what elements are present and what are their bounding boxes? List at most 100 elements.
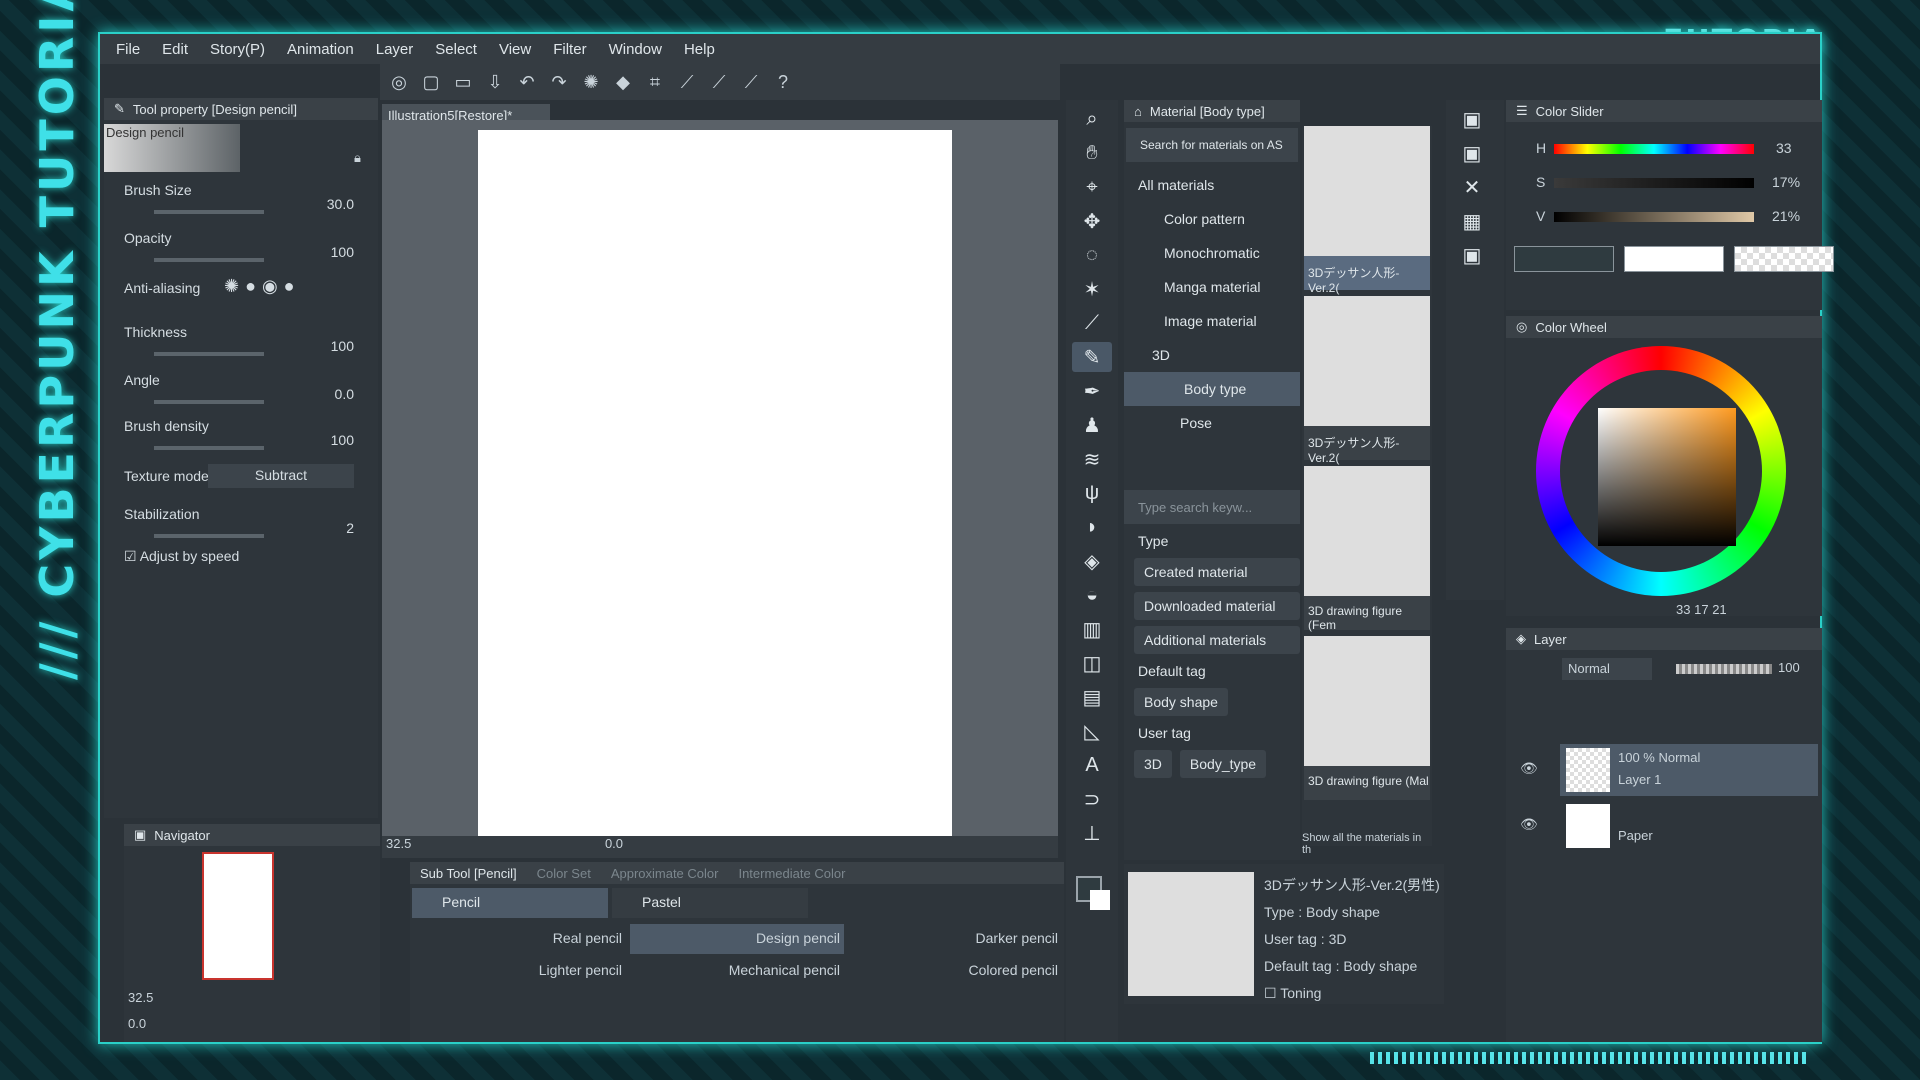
new-file-icon[interactable]: ▢ <box>418 69 444 95</box>
user-tag-body-type[interactable]: Body_type <box>1179 750 1267 778</box>
stabilization-value[interactable]: 2 <box>346 520 354 536</box>
brush-darker-pencil[interactable]: Darker pencil <box>848 924 1062 954</box>
adjust-by-speed-checkbox[interactable]: ☑ <box>124 548 137 564</box>
material-search-input[interactable]: Type search keyw... <box>1124 490 1300 524</box>
transform-icon[interactable]: ⌗ <box>642 69 668 95</box>
value-slider[interactable] <box>1554 212 1754 222</box>
angle-slider[interactable] <box>154 400 264 404</box>
opacity-slider[interactable] <box>154 258 264 262</box>
tree-image-material[interactable]: Image material <box>1124 304 1300 338</box>
material-thumb[interactable]: 3Dデッサン人形-Ver.2( <box>1304 126 1430 295</box>
balloon-icon[interactable]: ⊃ <box>1072 784 1112 814</box>
navigator-preview[interactable] <box>202 852 274 980</box>
blend-mode-select[interactable]: Normal <box>1562 658 1652 680</box>
pen-icon[interactable]: ✒ <box>1072 376 1112 406</box>
saturation-value[interactable]: 17% <box>1772 174 1800 190</box>
brush-lighter-pencil[interactable]: Lighter pencil <box>412 956 626 986</box>
layer-row[interactable]: Paper <box>1560 800 1818 852</box>
navigator-panel-icon[interactable]: ▣ <box>1452 104 1492 134</box>
menu-window[interactable]: Window <box>609 41 662 58</box>
clip-studio-icon[interactable]: ◎ <box>386 69 412 95</box>
value-value[interactable]: 21% <box>1772 208 1800 224</box>
fill-icon[interactable]: ◆ <box>610 69 636 95</box>
figure-icon[interactable]: ◫ <box>1072 648 1112 678</box>
tab-subtool-pencil[interactable]: Sub Tool [Pencil] <box>420 866 517 881</box>
undo-icon[interactable]: ↶ <box>514 69 540 95</box>
saturation-slider[interactable] <box>1554 178 1754 188</box>
brush-colored-pencil[interactable]: Colored pencil <box>848 956 1062 986</box>
menu-layer[interactable]: Layer <box>376 41 414 58</box>
menu-help[interactable]: Help <box>684 41 715 58</box>
layer-row[interactable]: 100 % Normal Layer 1 <box>1560 744 1818 796</box>
sub-view-icon[interactable]: ▣ <box>1452 138 1492 168</box>
brush-density-slider[interactable] <box>154 446 264 450</box>
snap-special-ruler-icon[interactable]: ⟋ <box>706 69 732 95</box>
layer-opacity-slider[interactable] <box>1676 664 1772 674</box>
user-tag-3d[interactable]: 3D <box>1134 750 1172 778</box>
blend-icon[interactable]: ◗ <box>1072 512 1112 542</box>
subtool-group-pencil[interactable]: Pencil <box>412 888 608 918</box>
zoom-icon[interactable]: ⌕ <box>1072 104 1112 134</box>
tree-color-pattern[interactable]: Color pattern <box>1124 202 1300 236</box>
search-assets-button[interactable]: Search for materials on AS <box>1126 128 1298 162</box>
angle-value[interactable]: 0.0 <box>335 386 354 402</box>
menu-animation[interactable]: Animation <box>287 41 354 58</box>
material-thumb[interactable]: 3D drawing figure (Fem <box>1304 466 1430 632</box>
menu-story[interactable]: Story(P) <box>210 41 265 58</box>
thickness-value[interactable]: 100 <box>331 338 354 354</box>
pencil-tool-icon[interactable]: ✎ <box>1072 342 1112 372</box>
sub-color-chip[interactable] <box>1624 246 1724 272</box>
layer-opacity-value[interactable]: 100 <box>1778 660 1800 675</box>
menu-view[interactable]: View <box>499 41 531 58</box>
tab-intermediate-color[interactable]: Intermediate Color <box>738 866 845 881</box>
menu-select[interactable]: Select <box>435 41 477 58</box>
tree-manga-material[interactable]: Manga material <box>1124 270 1300 304</box>
downloaded-material-button[interactable]: Downloaded material <box>1134 592 1300 620</box>
tree-3d[interactable]: 3D <box>1124 338 1300 372</box>
navigator-zoom-value[interactable]: 32.5 <box>128 990 153 1005</box>
text-icon[interactable]: A <box>1072 750 1112 780</box>
brush-size-slider[interactable] <box>154 210 264 214</box>
brush-design-pencil[interactable]: Design pencil <box>630 924 844 954</box>
material-grid-icon[interactable]: ▦ <box>1452 206 1492 236</box>
material-panel-icon[interactable]: ✕ <box>1452 172 1492 202</box>
brush-real-pencil[interactable]: Real pencil <box>412 924 626 954</box>
main-color-chip[interactable] <box>1514 246 1614 272</box>
stabilization-slider[interactable] <box>154 534 264 538</box>
additional-materials-button[interactable]: Additional materials <box>1134 626 1300 654</box>
snap-ruler-icon[interactable]: ⟋ <box>674 69 700 95</box>
canvas-zoom-value[interactable]: 32.5 <box>386 836 411 851</box>
magic-wand-icon[interactable]: ✶ <box>1072 274 1112 304</box>
ruler-icon[interactable]: ◺ <box>1072 716 1112 746</box>
material-thumb[interactable]: 3D drawing figure (Mal <box>1304 636 1430 800</box>
subtool-group-pastel[interactable]: Pastel <box>612 888 808 918</box>
menu-filter[interactable]: Filter <box>553 41 586 58</box>
snap-grid-icon[interactable]: ⟋ <box>738 69 764 95</box>
operation-icon[interactable]: ⌖ <box>1072 172 1112 202</box>
lock-icon[interactable]: 🔒︎ <box>354 150 361 166</box>
canvas-page[interactable] <box>478 130 952 836</box>
lasso-icon[interactable]: ◌ <box>1072 240 1112 270</box>
help-icon[interactable]: ? <box>770 69 796 95</box>
opacity-value[interactable]: 100 <box>331 244 354 260</box>
menu-edit[interactable]: Edit <box>162 41 188 58</box>
gradient-icon[interactable]: ▥ <box>1072 614 1112 644</box>
visibility-eye-icon[interactable]: 👁︎ <box>1520 760 1538 777</box>
visibility-eye-icon[interactable]: 👁︎ <box>1520 816 1538 833</box>
brush-mechanical-pencil[interactable]: Mechanical pencil <box>630 956 844 986</box>
eyedropper-icon[interactable]: ⟋ <box>1072 308 1112 338</box>
navigator-rotation-value[interactable]: 0.0 <box>128 1016 146 1031</box>
material-thumb[interactable]: 3Dデッサン人形-Ver.2( <box>1304 296 1430 465</box>
canvas-rotation-value[interactable]: 0.0 <box>605 836 623 851</box>
correct-line-icon[interactable]: ⊥ <box>1072 818 1112 848</box>
tree-pose[interactable]: Pose <box>1124 406 1300 440</box>
texture-mode-select[interactable]: Subtract <box>208 464 354 488</box>
hue-value[interactable]: 33 <box>1776 140 1792 156</box>
hand-icon[interactable]: ✋︎ <box>1072 138 1112 168</box>
tree-all-materials[interactable]: All materials <box>1124 168 1300 202</box>
saturation-value-square[interactable] <box>1598 408 1736 546</box>
tree-monochromatic[interactable]: Monochromatic <box>1124 236 1300 270</box>
default-tag-button[interactable]: Body shape <box>1134 688 1228 716</box>
sub-color-swatch[interactable] <box>1090 890 1110 910</box>
brush-size-value[interactable]: 30.0 <box>327 196 354 212</box>
